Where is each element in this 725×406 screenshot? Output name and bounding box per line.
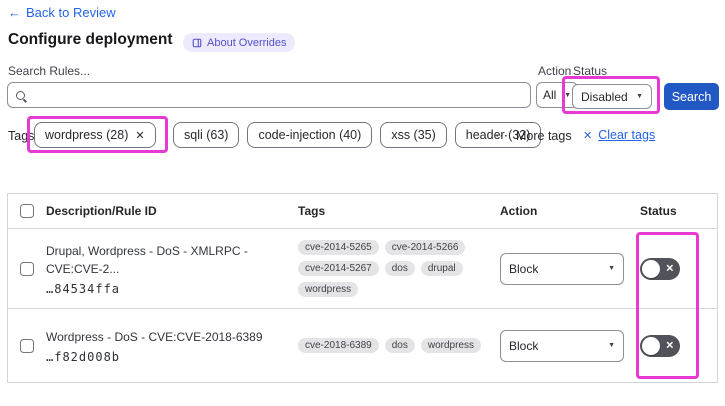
toggle-off-icon: ✕ — [665, 263, 674, 274]
status-filter-value: Disabled — [581, 89, 628, 104]
back-to-review-link[interactable]: ← Back to Review — [8, 5, 116, 20]
status-toggle[interactable]: ✕ — [640, 257, 680, 280]
table-row: Drupal, Wordpress - DoS - XMLRPC - CVE:C… — [8, 229, 717, 309]
column-header-action: Action — [500, 204, 538, 218]
clear-tags-label: Clear tags — [598, 128, 656, 142]
rule-id: …84534ffa — [46, 281, 121, 296]
search-rules-label: Search Rules... — [8, 64, 91, 78]
chevron-down-icon: ▼ — [608, 265, 615, 272]
clear-tags-link[interactable]: ✕ Clear tags — [583, 128, 655, 142]
column-header-status: Status — [640, 204, 677, 218]
action-select[interactable]: Block ▼ — [500, 252, 624, 285]
search-icon — [16, 90, 25, 100]
more-tags-label: More tags — [516, 129, 572, 143]
column-header-tags: Tags — [298, 204, 326, 218]
action-select-value: Block — [509, 338, 539, 353]
rule-description: Wordpress - DoS - CVE:CVE-2018-6389 — [46, 329, 263, 344]
filter-tag-list: sqli (63) code-injection (40) xss (35) head… — [173, 122, 542, 148]
rule-tag-list: cve-2014-5265 cve-2014-5266 cve-2014-5267 d… — [298, 240, 496, 297]
back-link-label: Back to Review — [26, 5, 116, 20]
rules-table: Description/Rule ID Tags Action Status D… — [7, 193, 718, 383]
status-toggle[interactable]: ✕ — [640, 334, 680, 357]
selected-tag-wordpress[interactable]: wordpress (28) ✕ — [34, 122, 156, 148]
rule-tag-chip: dos — [384, 261, 415, 276]
status-filter-select[interactable]: Disabled ▼ — [572, 84, 652, 109]
more-tags-button[interactable]: ⋯ More tags — [495, 128, 572, 144]
action-filter-label: Action — [538, 64, 572, 78]
row-checkbox[interactable] — [20, 338, 34, 353]
clear-icon: ✕ — [583, 129, 593, 142]
chevron-down-icon: ▼ — [608, 342, 615, 349]
rule-tag-chip: drupal — [420, 261, 463, 276]
remove-tag-icon[interactable]: ✕ — [135, 129, 144, 142]
selected-tag-label: wordpress (28) — [45, 128, 129, 142]
table-header-row: Description/Rule ID Tags Action Status — [8, 194, 717, 229]
filter-tag-pill[interactable]: code-injection (40) — [247, 122, 373, 148]
select-all-checkbox[interactable] — [20, 204, 34, 218]
ellipsis-icon: ⋯ — [495, 128, 509, 143]
row-checkbox[interactable] — [20, 261, 34, 276]
rule-tag-chip: dos — [384, 338, 415, 353]
rule-tag-chip: cve-2014-5265 — [298, 240, 379, 255]
rule-id: …f82d008b — [46, 349, 121, 364]
column-header-description: Description/Rule ID — [46, 204, 157, 218]
toggle-knob — [642, 336, 660, 355]
chevron-down-icon: ▼ — [636, 93, 643, 100]
search-rules-box — [7, 82, 531, 108]
action-select[interactable]: Block ▼ — [500, 329, 624, 362]
search-button[interactable]: Search — [664, 83, 719, 110]
page-title: Configure deployment — [8, 31, 173, 48]
about-overrides-label: About Overrides — [207, 36, 287, 49]
status-filter-label: Status — [573, 64, 608, 78]
toggle-off-icon: ✕ — [665, 340, 674, 351]
toggle-knob — [642, 259, 660, 278]
chevron-down-icon: ▼ — [564, 91, 571, 99]
search-rules-input[interactable] — [31, 88, 522, 102]
rule-tag-chip: cve-2014-5267 — [298, 261, 379, 276]
about-overrides-badge[interactable]: About Overrides — [183, 33, 296, 52]
rule-tag-chip: wordpress — [298, 282, 359, 297]
configure-deployment-page: ← Back to Review Configure deployment Ab… — [0, 0, 725, 406]
filter-tag-pill[interactable]: sqli (63) — [173, 122, 240, 148]
action-filter-value: All — [543, 88, 557, 102]
rule-tag-chip: cve-2014-5266 — [384, 240, 466, 255]
rule-tag-chip: cve-2018-6389 — [298, 338, 379, 353]
table-row: Wordpress - DoS - CVE:CVE-2018-6389 …f82… — [8, 309, 717, 382]
book-icon — [192, 38, 202, 47]
back-arrow-icon: ← — [8, 5, 21, 20]
rule-description: Drupal, Wordpress - DoS - XMLRPC - CVE:C… — [46, 243, 248, 276]
rule-tag-chip: wordpress — [420, 338, 481, 353]
action-select-value: Block — [509, 261, 539, 276]
rule-tag-list: cve-2018-6389 dos wordpress — [298, 338, 496, 353]
filter-tag-pill[interactable]: xss (35) — [380, 122, 447, 148]
